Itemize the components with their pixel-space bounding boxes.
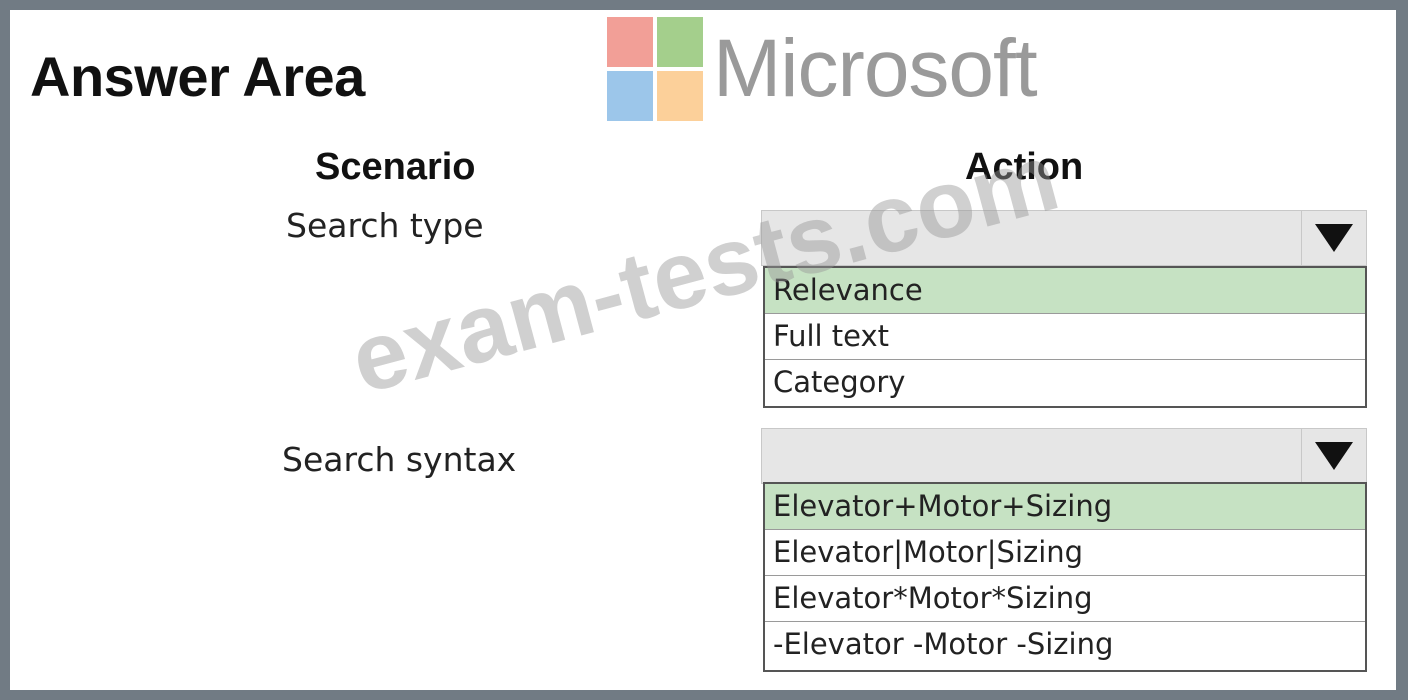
scenario-label-search-syntax: Search syntax xyxy=(282,440,517,479)
option-or-syntax[interactable]: Elevator|Motor|Sizing xyxy=(765,530,1365,576)
scenario-label-search-type: Search type xyxy=(286,206,484,245)
page-title: Answer Area xyxy=(30,45,365,108)
search-syntax-dropdown[interactable] xyxy=(761,428,1367,484)
option-not-syntax[interactable]: -Elevator -Motor -Sizing xyxy=(765,622,1365,668)
search-syntax-options: Elevator+Motor+Sizing Elevator|Motor|Siz… xyxy=(763,482,1367,672)
column-header-scenario: Scenario xyxy=(315,146,476,188)
logo-square-red xyxy=(607,17,653,67)
logo-square-green xyxy=(657,17,703,67)
logo-square-yellow xyxy=(657,71,703,121)
microsoft-logo-icon xyxy=(607,17,703,121)
chevron-down-icon xyxy=(1315,224,1353,252)
search-type-options: Relevance Full text Category xyxy=(763,266,1367,408)
option-and-syntax[interactable]: Elevator+Motor+Sizing xyxy=(765,484,1365,530)
option-wildcard-syntax[interactable]: Elevator*Motor*Sizing xyxy=(765,576,1365,622)
dropdown-arrow[interactable] xyxy=(1301,429,1366,483)
option-category[interactable]: Category xyxy=(765,360,1365,406)
option-relevance[interactable]: Relevance xyxy=(765,268,1365,314)
chevron-down-icon xyxy=(1315,442,1353,470)
microsoft-logo-text: Microsoft xyxy=(713,23,1038,114)
dropdown-arrow[interactable] xyxy=(1301,211,1366,265)
option-full-text[interactable]: Full text xyxy=(765,314,1365,360)
logo-square-blue xyxy=(607,71,653,121)
search-type-dropdown[interactable] xyxy=(761,210,1367,266)
column-header-action: Action xyxy=(965,146,1084,188)
answer-area-frame: Answer Area Microsoft Scenario Action Se… xyxy=(10,10,1396,690)
